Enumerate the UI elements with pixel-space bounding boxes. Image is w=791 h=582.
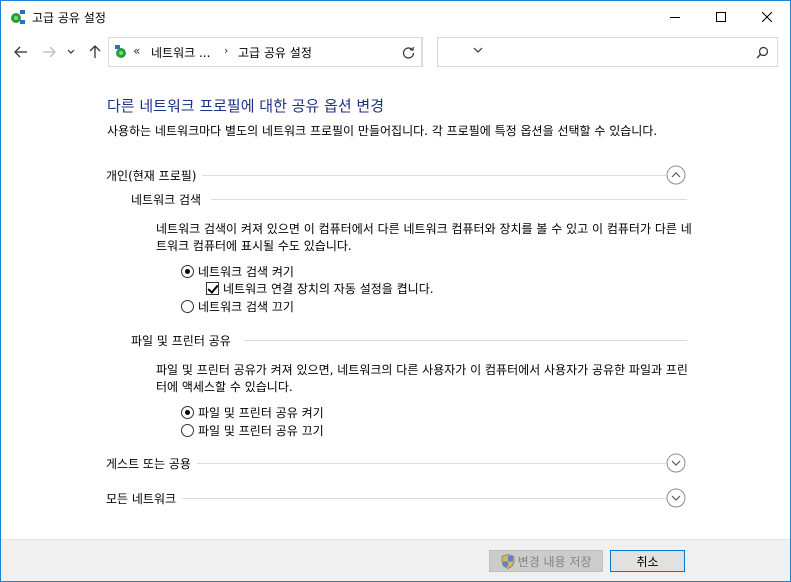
auto-setup-label[interactable]: 네트워크 연결 장치의 자동 설정을 켭니다. — [223, 280, 434, 297]
cancel-label: 취소 — [636, 554, 659, 569]
checkbox-checked[interactable] — [206, 281, 219, 295]
up-arrow-icon — [89, 45, 101, 58]
back-button[interactable] — [11, 42, 31, 62]
auto-setup-option[interactable]: 네트워크 연결 장치의 자동 설정을 켭니다. — [206, 280, 434, 296]
network-sharing-icon — [11, 10, 25, 24]
expand-chevron-down-icon[interactable] — [666, 453, 686, 473]
all-networks-label: 모든 네트워크 — [106, 490, 183, 507]
breadcrumb-advanced-sharing[interactable]: 고급 공유 설정 — [238, 44, 312, 61]
network-discovery-off-label[interactable]: 네트워크 검색 끄기 — [198, 298, 294, 315]
navigation-bar: « 네트워크 ... › 고급 공유 설정 — [1, 32, 790, 72]
save-changes-button[interactable]: 변경 내용 저장 — [489, 550, 603, 572]
breadcrumb-network[interactable]: 네트워크 ... — [151, 44, 210, 61]
network-discovery-header: 네트워크 검색 — [131, 190, 687, 210]
radio-selected[interactable] — [181, 405, 194, 419]
close-icon — [762, 11, 772, 22]
divider — [243, 340, 687, 341]
guest-profile-header[interactable]: 게스트 또는 공용 — [106, 453, 687, 475]
divider — [211, 199, 687, 200]
recent-locations-button[interactable] — [64, 42, 78, 62]
collapse-chevron-up-icon[interactable] — [666, 165, 686, 185]
footer-bar: 변경 내용 저장 취소 — [1, 539, 790, 581]
network-discovery-on-option[interactable]: 네트워크 검색 켜기 — [181, 263, 294, 279]
file-printer-sharing-title: 파일 및 프린터 공유 — [131, 334, 231, 348]
all-networks-header[interactable]: 모든 네트워크 — [106, 488, 687, 510]
forward-arrow-icon — [43, 46, 56, 58]
network-discovery-off-option[interactable]: 네트워크 검색 끄기 — [181, 298, 294, 314]
address-bar[interactable]: « 네트워크 ... › 고급 공유 설정 — [108, 37, 483, 67]
minimize-icon — [670, 16, 680, 18]
file-sharing-off-option[interactable]: 파일 및 프린터 공유 끄기 — [181, 422, 324, 438]
page-title: 다른 네트워크 프로필에 대한 공유 옵션 변경 — [107, 97, 385, 115]
divider — [106, 498, 666, 499]
cancel-button[interactable]: 취소 — [610, 550, 685, 572]
guest-profile-label: 게스트 또는 공용 — [106, 455, 197, 472]
title-bar[interactable]: 고급 공유 설정 — [1, 1, 790, 32]
maximize-icon — [716, 11, 726, 22]
private-profile-label: 개인(현재 프로필) — [106, 167, 203, 184]
content-area: 다른 네트워크 프로필에 대한 공유 옵션 변경 사용하는 네트워크마다 별도의… — [1, 72, 790, 539]
save-changes-label: 변경 내용 저장 — [517, 554, 592, 569]
maximize-button[interactable] — [698, 1, 744, 32]
up-button[interactable] — [85, 42, 105, 62]
search-icon — [756, 46, 769, 59]
file-sharing-on-label[interactable]: 파일 및 프린터 공유 켜기 — [198, 404, 324, 421]
advanced-sharing-window: 고급 공유 설정 « 네트워크 ... › 고급 공유 설정 다른 네트워크 프… — [0, 0, 791, 582]
refresh-icon — [402, 46, 415, 59]
private-profile-header[interactable]: 개인(현재 프로필) — [106, 165, 687, 187]
minimize-button[interactable] — [652, 1, 698, 32]
radio-selected[interactable] — [181, 264, 194, 278]
network-discovery-description: 네트워크 검색이 켜져 있으면 이 컴퓨터에서 다른 네트워크 컴퓨터와 장치를… — [156, 222, 692, 253]
search-input[interactable] — [437, 37, 778, 67]
file-printer-sharing-header: 파일 및 프린터 공유 — [131, 331, 687, 351]
back-arrow-icon — [14, 46, 27, 58]
file-sharing-off-label[interactable]: 파일 및 프린터 공유 끄기 — [198, 422, 324, 439]
window-title: 고급 공유 설정 — [32, 11, 106, 25]
radio-unselected[interactable] — [181, 299, 194, 313]
refresh-button[interactable] — [395, 37, 423, 67]
network-sharing-icon — [115, 45, 126, 58]
file-sharing-on-option[interactable]: 파일 및 프린터 공유 켜기 — [181, 404, 324, 420]
network-discovery-on-label[interactable]: 네트워크 검색 켜기 — [198, 263, 294, 280]
forward-button[interactable] — [39, 42, 59, 62]
page-description: 사용하는 네트워크마다 별도의 네트워크 프로필이 만들어집니다. 각 프로필에… — [107, 124, 658, 138]
file-printer-sharing-description: 파일 및 프린터 공유가 켜져 있으면, 네트워크의 다른 사용자가 이 컴퓨터… — [156, 363, 688, 394]
chevron-down-icon — [67, 49, 75, 54]
close-button[interactable] — [744, 1, 790, 32]
breadcrumb-separator[interactable]: › — [224, 44, 228, 57]
expand-chevron-down-icon[interactable] — [666, 488, 686, 508]
radio-unselected[interactable] — [181, 423, 194, 437]
address-overflow[interactable]: « — [133, 44, 140, 58]
network-discovery-title: 네트워크 검색 — [131, 193, 202, 207]
uac-shield-icon — [501, 553, 514, 569]
